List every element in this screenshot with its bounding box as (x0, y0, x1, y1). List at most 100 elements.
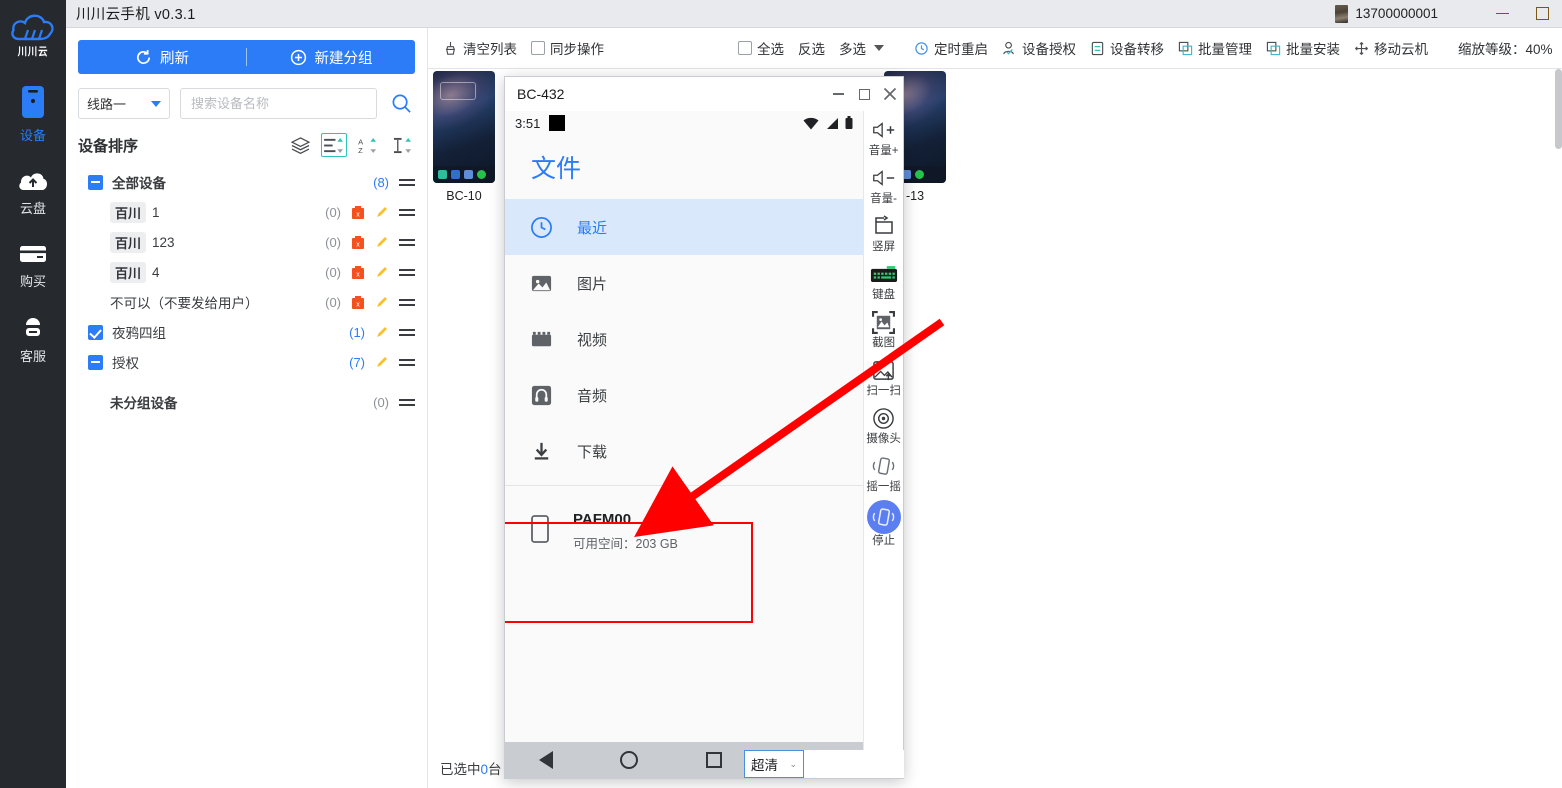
edit-icon[interactable] (375, 355, 389, 370)
clear-list-button[interactable]: 清空列表 (436, 33, 524, 63)
quality-bar-bg (804, 750, 904, 778)
drag-handle-icon[interactable] (399, 209, 415, 216)
tree-row[interactable]: 不可以（不要发给用户） (0) x (66, 287, 427, 317)
selection-count: 0 (481, 762, 489, 777)
screenshot-button[interactable]: 截图 (872, 307, 895, 353)
phone-window: BC-432 3:51 (504, 76, 904, 779)
device-auth-button[interactable]: 设备授权 (995, 33, 1083, 63)
camera-button[interactable]: 摄像头 (866, 403, 901, 449)
device-transfer-button[interactable]: 设备转移 (1083, 33, 1171, 63)
timed-restart-button[interactable]: 定时重启 (907, 33, 995, 63)
volume-down-button[interactable]: 音量- (870, 163, 897, 209)
android-screen: 3:51 文件 (505, 111, 863, 778)
svg-text:x: x (356, 301, 360, 308)
sidebar-item-purchase[interactable]: 购买 (0, 243, 66, 290)
tree-row[interactable]: 全部设备 (8) (66, 167, 427, 197)
search-input[interactable] (191, 96, 366, 111)
tree-row[interactable]: 未分组设备 (0) (66, 387, 427, 417)
group-checkbox[interactable] (88, 175, 103, 190)
scan-button[interactable]: 扫一扫 (866, 355, 901, 401)
group-checkbox[interactable] (88, 325, 103, 340)
tree-row-actions: (0) x (315, 265, 415, 280)
android-status-bar: 3:51 (505, 111, 863, 135)
files-category-videos[interactable]: 视频 (505, 311, 863, 367)
phone-close-button[interactable] (877, 77, 903, 111)
minimize-icon (1496, 13, 1509, 15)
edit-icon[interactable] (375, 265, 389, 280)
window-maximize-button[interactable] (1522, 0, 1562, 28)
edit-icon[interactable] (375, 325, 389, 340)
select-all-checkbox[interactable]: 全选 (731, 33, 791, 63)
tree-row[interactable]: 授权 (7) (66, 347, 427, 377)
storage-entry[interactable]: PAFM00 可用空间：203 GB (505, 486, 863, 576)
batch-manage-label: 批量管理 (1198, 38, 1252, 58)
drag-handle-icon[interactable] (399, 299, 415, 306)
refresh-button[interactable]: 刷新 (78, 47, 246, 68)
back-icon[interactable] (539, 751, 553, 769)
size-sort-button[interactable] (389, 133, 415, 157)
delete-icon[interactable]: x (351, 235, 365, 250)
sync-op-checkbox[interactable]: 同步操作 (524, 33, 611, 63)
device-thumbnail[interactable]: BC-10 (433, 71, 495, 203)
drag-handle-icon[interactable] (399, 359, 415, 366)
delete-icon[interactable]: x (351, 265, 365, 280)
sidebar-item-support[interactable]: 客服 (0, 316, 66, 365)
sidebar-item-clouddisk[interactable]: 云盘 (0, 170, 66, 217)
home-icon[interactable] (620, 751, 638, 769)
quality-dropdown[interactable]: 超清 ⌄ (744, 750, 804, 778)
account-area[interactable]: 13700000001 (1335, 5, 1438, 23)
edit-icon[interactable] (375, 205, 389, 220)
alpha-sort-icon: A Z (358, 137, 379, 154)
tree-row[interactable]: 夜鸦四组 (1) (66, 317, 427, 347)
edit-icon[interactable] (375, 235, 389, 250)
batch-install-button[interactable]: 批量安装 (1259, 33, 1347, 63)
move-cloud-button[interactable]: 移动云机 (1347, 33, 1435, 63)
vertical-scrollbar[interactable] (1555, 69, 1562, 149)
recents-icon[interactable] (706, 752, 722, 768)
drag-handle-icon[interactable] (399, 179, 415, 186)
phone-window-title-bar: BC-432 (505, 77, 903, 111)
window-minimize-button[interactable] (1482, 0, 1522, 28)
left-nav-rail: 川川云 设备 云盘 购买 (0, 0, 66, 788)
sidebar-item-device[interactable]: 设备 (0, 85, 66, 144)
tree-row[interactable]: 百川 123 (0) x (66, 227, 427, 257)
new-group-button[interactable]: 新建分组 (247, 47, 415, 68)
alpha-sort-button[interactable]: A Z (355, 133, 381, 157)
keyboard-button[interactable]: 键盘 (870, 259, 898, 305)
brand-logo: 川川云 (0, 0, 66, 59)
edit-icon[interactable] (375, 295, 389, 310)
list-sort-button[interactable] (321, 133, 347, 157)
batch-manage-button[interactable]: 批量管理 (1171, 33, 1259, 63)
tree-row[interactable]: 百川 1 (0) x (66, 197, 427, 227)
files-category-audio[interactable]: 音频 (505, 367, 863, 423)
phone-minimize-button[interactable] (825, 77, 851, 111)
shake-button[interactable]: 摇一摇 (866, 451, 901, 497)
layers-sort-button[interactable] (287, 133, 313, 157)
line-select[interactable]: 线路一 (78, 88, 170, 119)
drag-handle-icon[interactable] (399, 329, 415, 336)
search-button[interactable] (387, 93, 415, 114)
drag-handle-icon[interactable] (399, 399, 415, 406)
rotate-screen-button[interactable]: 竖屏 (872, 211, 896, 257)
device-icon (21, 85, 45, 119)
volume-up-button[interactable]: 音量+ (869, 115, 899, 161)
drag-handle-icon[interactable] (399, 239, 415, 246)
files-category-downloads[interactable]: 下载 (505, 423, 863, 479)
delete-icon[interactable]: x (351, 205, 365, 220)
files-category-images[interactable]: 图片 (505, 255, 863, 311)
stop-shake-button[interactable]: 停止 (867, 499, 901, 551)
search-box[interactable] (180, 88, 377, 119)
sidebar-item-purchase-label: 购买 (20, 271, 46, 290)
invert-selection-button[interactable]: 反选 (791, 33, 832, 63)
phone-maximize-button[interactable] (851, 77, 877, 111)
files-category-recent[interactable]: 最近 (505, 199, 863, 255)
zoom-level-text: 缩放等级：40% (1458, 38, 1553, 58)
delete-icon[interactable]: x (351, 295, 365, 310)
tree-row[interactable]: 百川 4 (0) x (66, 257, 427, 287)
drag-handle-icon[interactable] (399, 269, 415, 276)
multi-select-dropdown[interactable]: 多选 (832, 33, 891, 63)
sync-op-label: 同步操作 (550, 38, 604, 58)
files-category-label: 音频 (577, 385, 607, 406)
quality-value: 超清 (751, 754, 778, 774)
group-checkbox[interactable] (88, 355, 103, 370)
